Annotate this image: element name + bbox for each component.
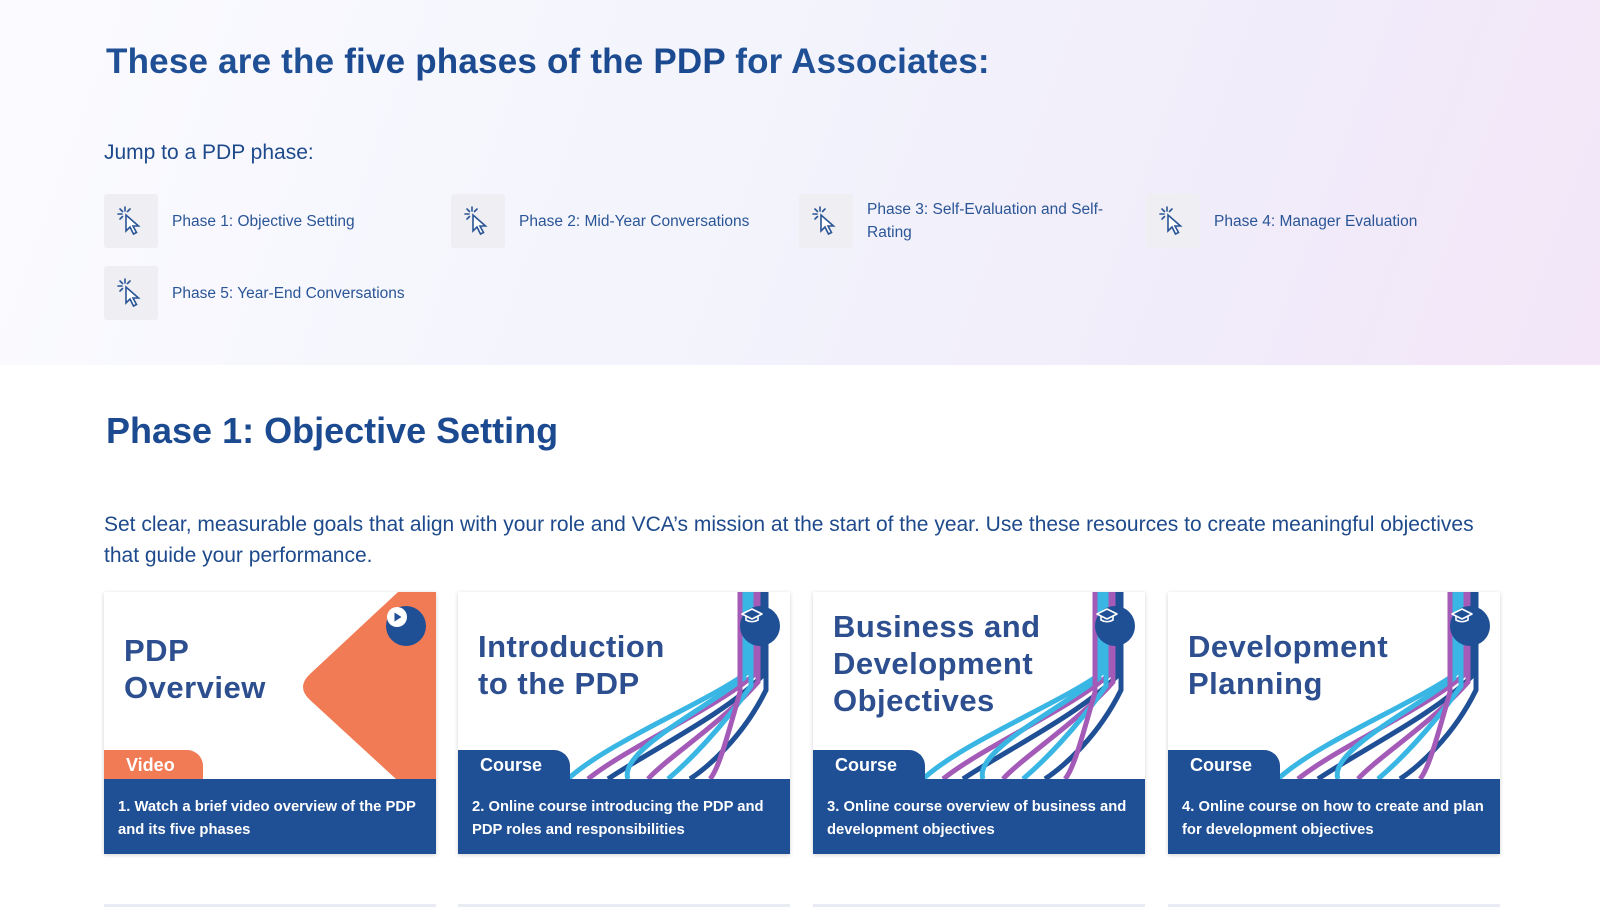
card-caption: 1. Watch a brief video overview of the P… bbox=[104, 779, 436, 854]
phase-link-3[interactable]: Phase 3: Self-Evaluation and Self-Rating bbox=[799, 193, 1139, 249]
card-artwork: Introduction to the PDP Course bbox=[458, 592, 790, 779]
graduation-cap-icon bbox=[740, 606, 780, 646]
resource-card-introduction[interactable]: Introduction to the PDP Course 2. Online… bbox=[458, 592, 790, 854]
card-caption: 4. Online course on how to create and pl… bbox=[1168, 779, 1500, 854]
phase-link-1[interactable]: Phase 1: Objective Setting bbox=[104, 193, 444, 249]
pointer-click-icon bbox=[799, 194, 853, 248]
card-caption: 3. Online course overview of business an… bbox=[813, 779, 1145, 854]
card-artwork: Business and Development Objectives Cour… bbox=[813, 592, 1145, 779]
card-heading: Development Planning bbox=[1188, 629, 1389, 701]
phase-link-5[interactable]: Phase 5: Year-End Conversations bbox=[104, 265, 444, 321]
card-type-tag: Course bbox=[813, 750, 926, 779]
resource-card-development-planning[interactable]: Development Planning Course 4. Online co… bbox=[1168, 592, 1500, 854]
phase-link-label: Phase 3: Self-Evaluation and Self-Rating bbox=[867, 201, 1104, 241]
card-heading: PDP Overview bbox=[124, 633, 266, 705]
play-icon bbox=[386, 606, 426, 646]
phase-link-2[interactable]: Phase 2: Mid-Year Conversations bbox=[451, 193, 791, 249]
card-artwork: Development Planning Course bbox=[1168, 592, 1500, 779]
phase-link-label: Phase 5: Year-End Conversations bbox=[172, 284, 405, 302]
hero-banner: These are the five phases of the PDP for… bbox=[0, 0, 1600, 365]
pointer-click-icon bbox=[1146, 194, 1200, 248]
card-caption: 2. Online course introducing the PDP and… bbox=[458, 779, 790, 854]
card-heading: Introduction to the PDP bbox=[478, 629, 665, 701]
resource-card-pdp-overview[interactable]: PDP Overview Video 1. Watch a brief vide… bbox=[104, 592, 436, 854]
section-description: Set clear, measurable goals that align w… bbox=[104, 513, 1474, 567]
phase-link-label: Phase 1: Objective Setting bbox=[172, 212, 355, 230]
phase-link-label: Phase 2: Mid-Year Conversations bbox=[519, 212, 750, 230]
pointer-click-icon bbox=[104, 266, 158, 320]
phase-link-4[interactable]: Phase 4: Manager Evaluation bbox=[1146, 193, 1486, 249]
card-heading: Business and Development Objectives bbox=[833, 609, 1041, 718]
section-title: Phase 1: Objective Setting bbox=[106, 410, 559, 451]
graduation-cap-icon bbox=[1095, 606, 1135, 646]
card-type-tag: Video bbox=[104, 750, 203, 779]
pointer-click-icon bbox=[451, 194, 505, 248]
resource-card-business-development-objectives[interactable]: Business and Development Objectives Cour… bbox=[813, 592, 1145, 854]
card-type-tag: Course bbox=[458, 750, 571, 779]
page-title: These are the five phases of the PDP for… bbox=[106, 42, 990, 81]
graduation-cap-icon bbox=[1450, 606, 1490, 646]
jump-to-phase-label: Jump to a PDP phase: bbox=[104, 141, 314, 164]
phase-link-label: Phase 4: Manager Evaluation bbox=[1214, 212, 1418, 230]
card-type-tag: Course bbox=[1168, 750, 1281, 779]
card-artwork: PDP Overview Video bbox=[104, 592, 436, 779]
pointer-click-icon bbox=[104, 194, 158, 248]
